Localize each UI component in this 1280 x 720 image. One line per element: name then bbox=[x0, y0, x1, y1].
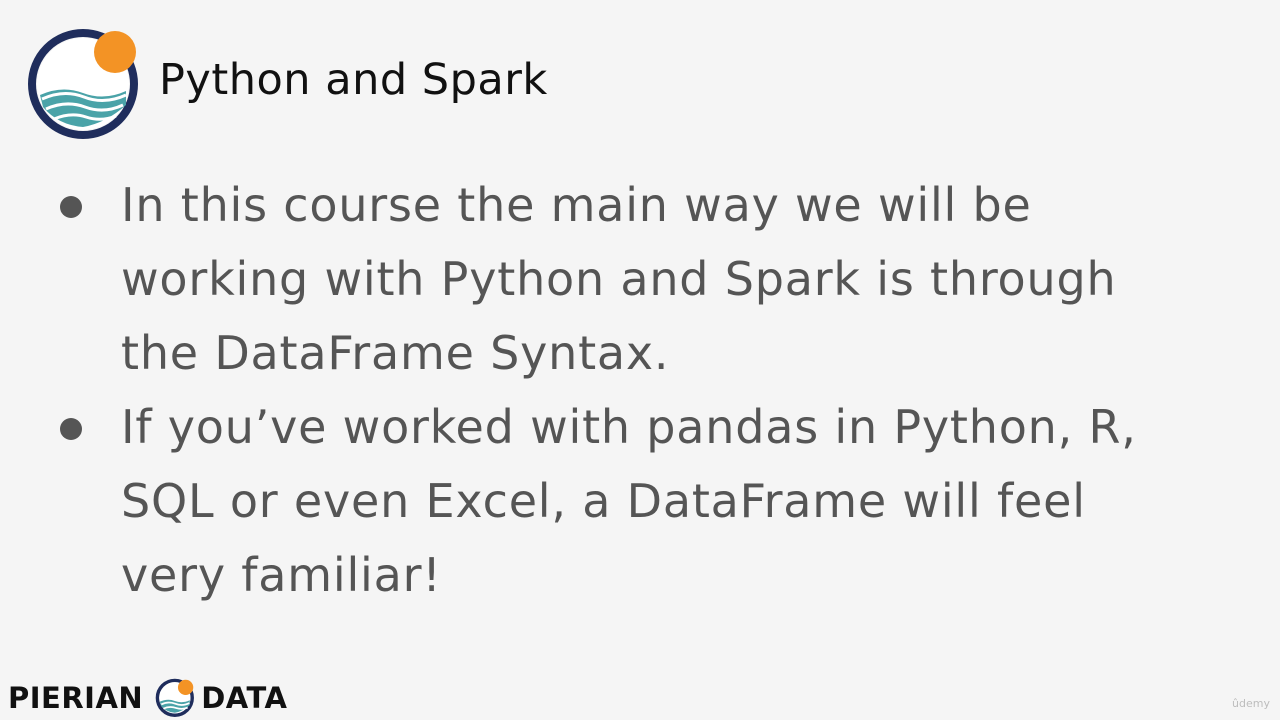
bullet-text: In this course the main way we will be w… bbox=[121, 178, 1117, 380]
bullet-item: If you’ve worked with pandas in Python, … bbox=[60, 390, 1260, 612]
bullet-text: If you’ve worked with pandas in Python, … bbox=[121, 400, 1137, 602]
footer-brand: PIERIAN DATA bbox=[8, 676, 287, 720]
slide-title: Python and Spark bbox=[159, 55, 548, 105]
bullet-list: In this course the main way we will be w… bbox=[60, 168, 1260, 612]
pierian-small-logo-icon bbox=[155, 678, 195, 717]
bullet-dot-icon bbox=[60, 418, 82, 440]
brand-word-left: PIERIAN bbox=[8, 680, 144, 715]
slide: Python and Spark In this course the main… bbox=[0, 0, 1280, 720]
brand-word-right: DATA bbox=[201, 680, 288, 715]
pierian-logo-icon bbox=[28, 29, 138, 139]
bullet-dot-icon bbox=[60, 196, 82, 218]
watermark: ûdemy bbox=[1232, 697, 1270, 710]
bullet-item: In this course the main way we will be w… bbox=[60, 168, 1260, 390]
